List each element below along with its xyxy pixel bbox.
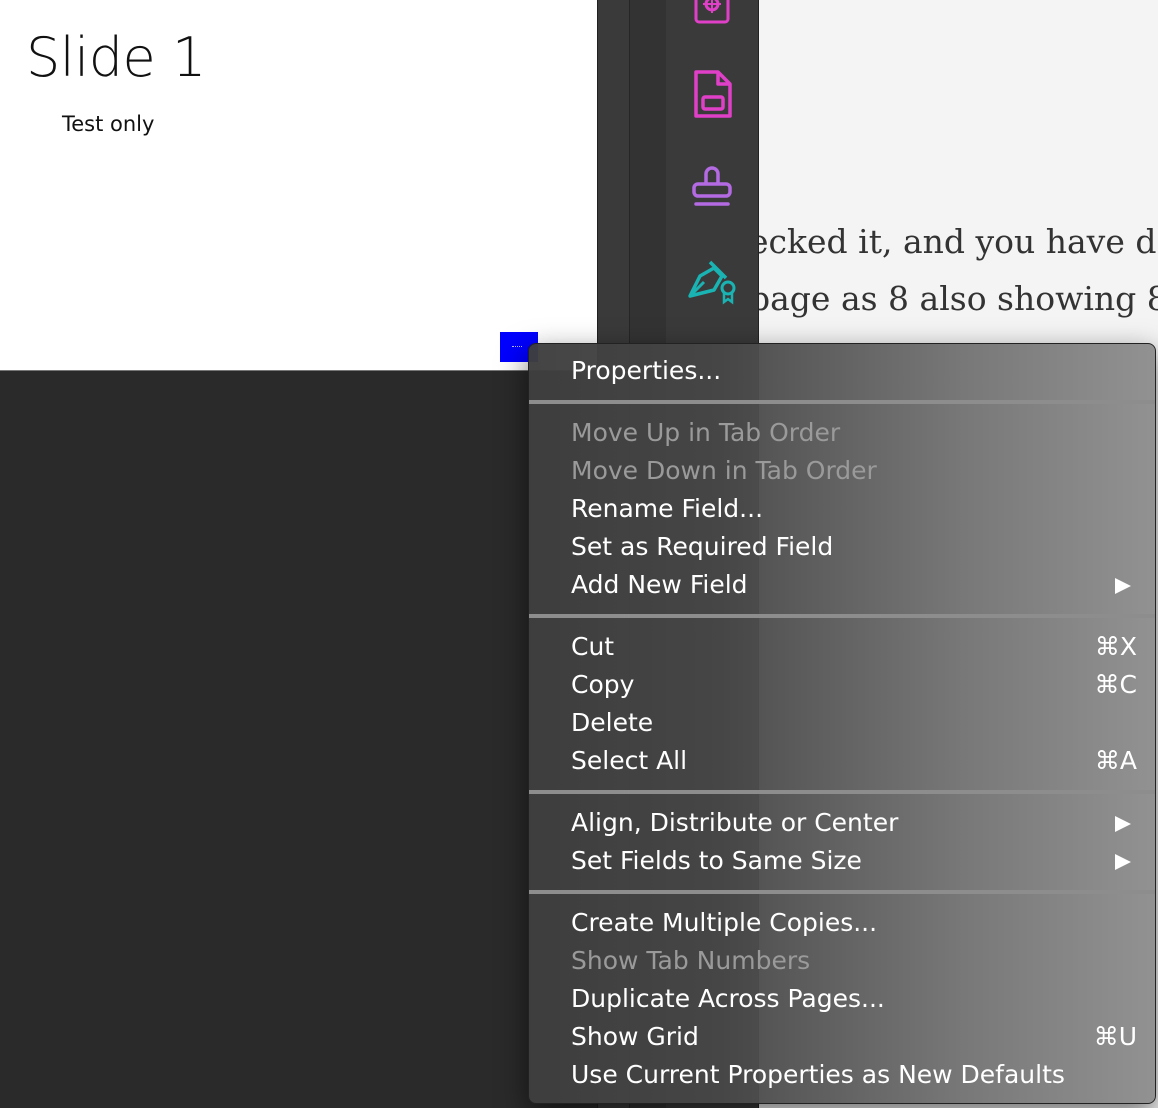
menu-item-label: Rename Field... [571, 494, 764, 523]
submenu-arrow-icon [1115, 854, 1131, 870]
menu-item-label: Move Down in Tab Order [571, 456, 877, 485]
document-text-line: ecked it, and you have dele [759, 222, 1158, 261]
menu-separator [529, 790, 1155, 794]
menu-item-select-all[interactable]: Select All ⌘A [529, 742, 1155, 780]
menu-item-label: Show Tab Numbers [571, 946, 811, 975]
menu-item-shortcut: ⌘A [1094, 746, 1137, 775]
context-menu: Properties... Move Up in Tab Order Move … [528, 343, 1156, 1104]
menu-item-show-grid[interactable]: Show Grid ⌘U [529, 1018, 1155, 1056]
menu-item-move-down-tab-order: Move Down in Tab Order [529, 452, 1155, 490]
menu-item-label: Use Current Properties as New Defaults [571, 1060, 1065, 1089]
stamp-icon[interactable] [684, 158, 740, 214]
menu-separator [529, 400, 1155, 404]
menu-item-label: Move Up in Tab Order [571, 418, 841, 447]
menu-item-label: Cut [571, 632, 615, 661]
menu-item-create-multiple-copies[interactable]: Create Multiple Copies... [529, 904, 1155, 942]
menu-item-label: Copy [571, 670, 635, 699]
menu-item-label: Select All [571, 746, 688, 775]
canvas-background [0, 371, 598, 1108]
menu-item-shortcut: ⌘X [1094, 632, 1137, 661]
slide-page: Slide 1 Test only [0, 0, 598, 371]
menu-separator [529, 614, 1155, 618]
menu-item-rename-field[interactable]: Rename Field... [529, 490, 1155, 528]
menu-item-label: Set Fields to Same Size [571, 846, 862, 875]
menu-item-label: Duplicate Across Pages... [571, 984, 885, 1013]
menu-item-show-tab-numbers: Show Tab Numbers [529, 942, 1155, 980]
slide-title: Slide 1 [26, 26, 206, 89]
menu-item-align-distribute-center[interactable]: Align, Distribute or Center [529, 804, 1155, 842]
document-text-line: page as 8 also showing 8 pa [759, 279, 1158, 318]
submenu-arrow-icon [1115, 578, 1131, 594]
menu-item-label: Align, Distribute or Center [571, 808, 899, 837]
save-form-icon[interactable] [684, 66, 740, 122]
menu-item-add-new-field[interactable]: Add New Field [529, 566, 1155, 604]
menu-item-label: Set as Required Field [571, 532, 834, 561]
certificate-sign-icon[interactable] [684, 250, 740, 306]
menu-item-label: Delete [571, 708, 654, 737]
menu-item-label: Show Grid [571, 1022, 699, 1051]
menu-item-set-required[interactable]: Set as Required Field [529, 528, 1155, 566]
menu-item-copy[interactable]: Copy ⌘C [529, 666, 1155, 704]
menu-item-cut[interactable]: Cut ⌘X [529, 628, 1155, 666]
menu-item-move-up-tab-order: Move Up in Tab Order [529, 414, 1155, 452]
submenu-arrow-icon [1115, 816, 1131, 832]
protect-icon[interactable] [684, 0, 740, 34]
slide-body-text: Test only [62, 112, 155, 136]
menu-item-label: Add New Field [571, 570, 748, 599]
menu-item-use-current-properties-defaults[interactable]: Use Current Properties as New Defaults [529, 1056, 1155, 1094]
menu-item-shortcut: ⌘U [1093, 1022, 1137, 1051]
menu-item-delete[interactable]: Delete [529, 704, 1155, 742]
menu-item-label: Properties... [571, 356, 722, 385]
menu-item-label: Create Multiple Copies... [571, 908, 878, 937]
menu-item-shortcut: ⌘C [1094, 670, 1137, 699]
menu-item-duplicate-across-pages[interactable]: Duplicate Across Pages... [529, 980, 1155, 1018]
menu-item-same-size[interactable]: Set Fields to Same Size [529, 842, 1155, 880]
menu-item-properties[interactable]: Properties... [529, 352, 1155, 390]
menu-separator [529, 890, 1155, 894]
